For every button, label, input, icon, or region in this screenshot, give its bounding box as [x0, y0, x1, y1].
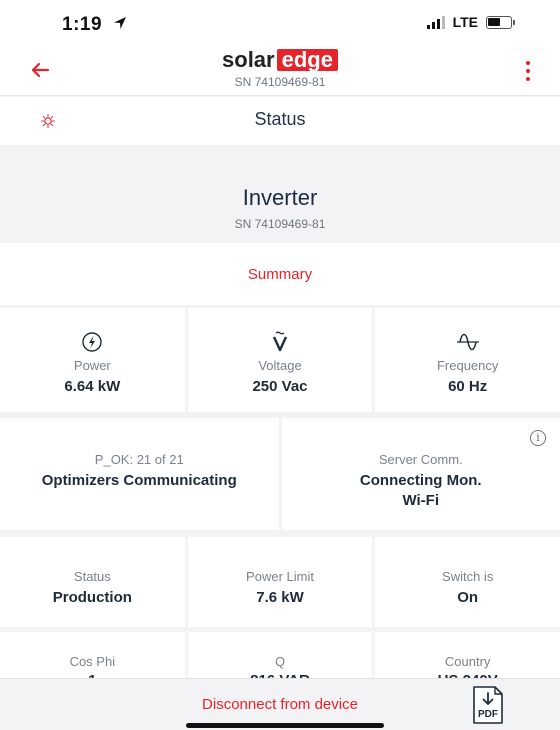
location-arrow-icon — [114, 17, 126, 29]
network-label: LTE — [452, 14, 478, 30]
metric-label: Server Comm. — [378, 452, 463, 467]
metric-label: Power — [73, 358, 111, 373]
metric-label: P_OK: 21 of 21 — [94, 452, 184, 467]
bottom-action-bar: Disconnect from device PDF — [0, 678, 560, 730]
more-vertical-icon[interactable] — [518, 58, 538, 84]
metric-frequency: Frequency 60 Hz — [375, 308, 560, 412]
metrics-row-state: Status Production Power Limit 7.6 kW Swi… — [0, 537, 560, 627]
metric-cos-phi: Cos Phi 1 — [0, 632, 185, 689]
solaredge-logo: solar edge — [0, 49, 560, 71]
home-indicator[interactable] — [186, 723, 384, 728]
status-bar: 1:19 LTE — [0, 0, 560, 44]
metric-server-comm: i Server Comm. Connecting Mon. Wi-Fi — [281, 418, 560, 530]
screen: 1:19 LTE solar edge SN 74109469-81 Status — [0, 0, 560, 730]
metric-q: Q 816 VAR — [187, 632, 373, 689]
inverter-serial: SN 74109469-81 — [234, 217, 326, 231]
status-bar-time: 1:19 — [62, 14, 103, 35]
logo-edge-text: edge — [276, 49, 338, 71]
metric-label: Voltage — [258, 358, 302, 373]
metric-label: Status — [73, 569, 111, 584]
metric-value: Connecting Mon. — [359, 472, 482, 489]
metric-label: Q — [274, 654, 286, 669]
pdf-label: PDF — [478, 709, 498, 720]
status-title: Status — [254, 109, 306, 129]
metric-value: 6.64 kW — [64, 378, 121, 395]
power-bolt-icon — [82, 332, 103, 352]
summary-section: Summary — [0, 243, 560, 305]
metric-country: Country US 240V — [375, 632, 560, 689]
inverter-title: Inverter — [242, 185, 318, 210]
metric-value: 7.6 kW — [256, 589, 304, 606]
signal-bars-icon — [426, 15, 445, 29]
frequency-wave-icon — [456, 333, 479, 351]
pdf-download-icon[interactable]: PDF — [468, 684, 508, 726]
metric-power: Power 6.64 kW — [0, 308, 185, 412]
metric-value: Optimizers Communicating — [41, 472, 237, 489]
metric-label: Cos Phi — [69, 654, 116, 669]
metric-switch: Switch is On — [375, 537, 560, 627]
metric-status: Status Production — [0, 537, 185, 627]
metric-value: Production — [52, 589, 132, 606]
metric-label: Country — [444, 654, 491, 669]
metric-label: Frequency — [436, 358, 499, 373]
metric-value-secondary: Wi-Fi — [402, 492, 440, 509]
metrics-row-grid: Cos Phi 1 Q 816 VAR Country US 240V — [0, 632, 560, 689]
metric-value: On — [457, 589, 479, 606]
logo-solar-text: solar — [222, 47, 275, 72]
app-header: solar edge SN 74109469-81 — [0, 44, 560, 96]
metric-optimizers: P_OK: 21 of 21 Optimizers Communicating — [0, 418, 279, 530]
info-icon[interactable]: i — [530, 430, 546, 446]
metric-label: Power Limit — [246, 569, 314, 584]
metrics-row-communication: P_OK: 21 of 21 Optimizers Communicating … — [0, 418, 560, 530]
summary-label: Summary — [247, 266, 313, 283]
metric-voltage: Voltage 250 Vac — [187, 308, 373, 412]
metric-value: 60 Hz — [448, 378, 488, 395]
metric-value: 250 Vac — [252, 378, 308, 395]
status-bar-indicators: LTE — [426, 14, 515, 30]
metric-power-limit: Power Limit 7.6 kW — [187, 537, 373, 627]
header-serial: SN 74109469-81 — [234, 75, 326, 89]
battery-icon — [486, 15, 515, 29]
status-row[interactable]: Status — [0, 97, 560, 145]
metrics-row-primary: Power 6.64 kW Voltage 250 Vac Frequency … — [0, 308, 560, 412]
inverter-header: Inverter SN 74109469-81 — [0, 155, 560, 243]
voltage-icon — [272, 331, 288, 352]
metric-label: Switch is — [442, 569, 494, 584]
